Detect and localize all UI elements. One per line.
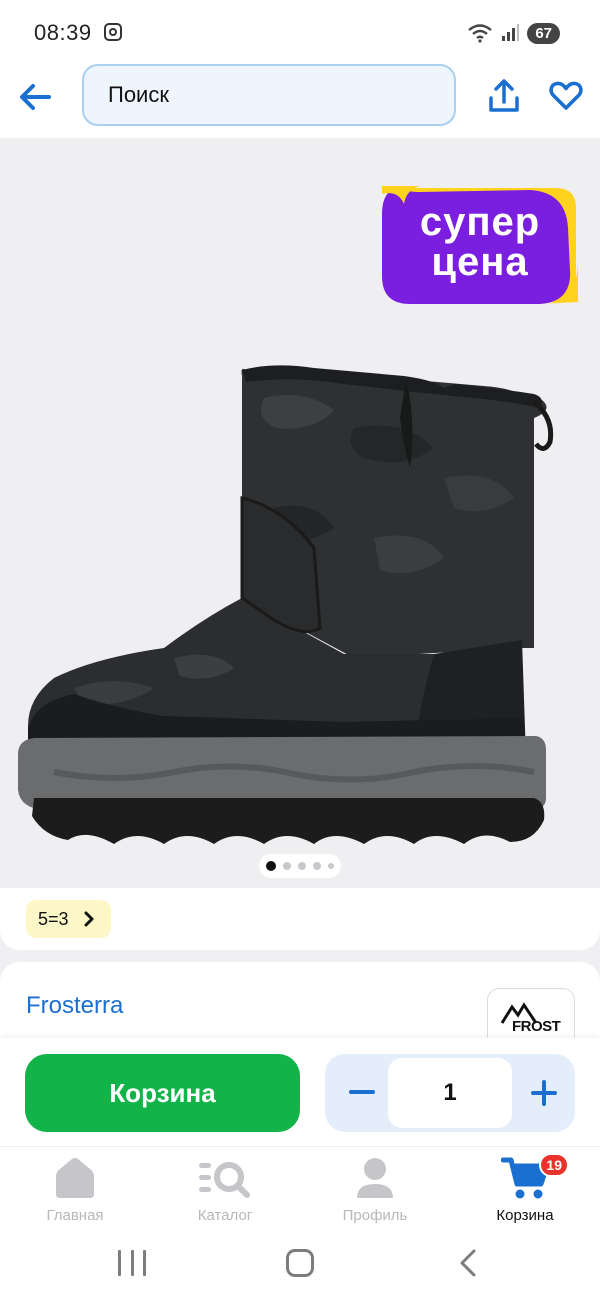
top-header: Поиск (0, 64, 600, 138)
tab-cart-icon-wrap: 19 (501, 1153, 569, 1201)
purchase-bar: Корзина 1 (0, 1038, 600, 1146)
favorite-button[interactable] (546, 76, 586, 116)
tab-home[interactable]: Главная (0, 1147, 150, 1229)
increase-quantity-button[interactable] (519, 1068, 569, 1118)
system-navigation-bar (0, 1228, 600, 1299)
share-button[interactable] (484, 74, 524, 118)
tab-catalog[interactable]: Каталог (150, 1147, 300, 1229)
search-placeholder: Поиск (108, 82, 169, 107)
tab-profile-icon-wrap (355, 1155, 395, 1201)
gallery-dot-active (266, 861, 276, 871)
product-screen: 08:39 67 Поиск супер цена 5=3 Frosterra … (0, 0, 600, 1299)
brand-link[interactable]: Frosterra (26, 992, 123, 1020)
gallery-pagination (259, 854, 341, 878)
battery-badge: 67 (527, 22, 560, 44)
wifi-icon (468, 24, 493, 43)
tab-profile-label: Профиль (342, 1207, 408, 1224)
gallery-dot (313, 862, 321, 870)
tab-home-label: Главная (46, 1207, 104, 1224)
search-input[interactable]: Поиск (82, 64, 456, 126)
super-price-text: супер цена (380, 202, 580, 282)
cart-count-badge: 19 (539, 1153, 569, 1177)
promo-section: 5=3 (0, 888, 600, 950)
gallery-dot (328, 863, 334, 869)
product-image (18, 365, 554, 844)
status-bar: 08:39 67 (0, 0, 600, 64)
back-arrow-icon (20, 84, 51, 110)
home-button[interactable] (286, 1249, 314, 1277)
tab-catalog-label: Каталог (197, 1207, 253, 1224)
status-icons: 67 (467, 22, 560, 44)
promo-chip-5-for-3[interactable]: 5=3 (26, 900, 111, 938)
status-time: 08:39 (34, 20, 92, 45)
brand-logo-text: FROST (512, 1018, 561, 1035)
super-price-line1: супер (419, 200, 541, 244)
share-icon (489, 79, 519, 112)
gallery-dot (283, 862, 291, 870)
plus-icon (531, 1080, 557, 1106)
decrease-quantity-button[interactable] (337, 1068, 387, 1118)
tab-cart[interactable]: 19 Корзина (450, 1147, 600, 1229)
tab-catalog-icon-wrap (197, 1155, 253, 1201)
add-to-cart-button[interactable]: Корзина (25, 1054, 300, 1132)
back-button[interactable] (14, 76, 56, 118)
chevron-right-icon (84, 911, 94, 927)
instagram-icon (104, 23, 122, 41)
signal-icon (502, 24, 520, 41)
promo-chip-label: 5=3 (38, 908, 69, 929)
super-price-badge: супер цена (380, 184, 580, 306)
minus-icon (349, 1090, 375, 1094)
super-price-line2: цена (431, 240, 529, 284)
tab-cart-label: Корзина (496, 1207, 554, 1224)
heart-icon (549, 81, 583, 110)
tab-home-icon-wrap (52, 1155, 98, 1201)
home-icon (56, 1158, 94, 1198)
bottom-tab-bar: Главная Каталог Профиль 19 Корзина (0, 1146, 600, 1228)
profile-icon (357, 1158, 393, 1198)
gallery-dot (298, 862, 306, 870)
recent-apps-button[interactable] (118, 1250, 146, 1276)
system-back-icon[interactable] (456, 1248, 480, 1278)
tab-profile[interactable]: Профиль (300, 1147, 450, 1229)
quantity-stepper: 1 (325, 1054, 575, 1132)
product-image-gallery[interactable]: супер цена (0, 138, 600, 888)
quantity-value[interactable]: 1 (388, 1058, 512, 1128)
catalog-search-icon (199, 1162, 250, 1198)
